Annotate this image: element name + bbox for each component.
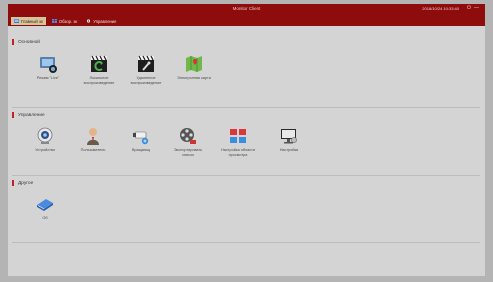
item-label: Устройство [35,148,55,152]
section-header: Другое [12,180,33,186]
item-label: Пользователь [80,148,106,152]
app-window: Monitor Client 2018/10/24 10:33:40 ⏻ — Г… [8,4,485,276]
gear-icon [87,19,91,23]
item-label: Настройка области просмотра [221,148,255,157]
device-icon [37,127,53,144]
ptz-camera-icon [133,131,149,145]
settings-button[interactable]: Настройки [271,126,307,153]
export-list-button[interactable]: Экспортировать список [170,126,206,157]
section-marker [12,112,14,118]
datetime-display: 2018/10/24 10:33:40 [422,6,459,11]
tab-label: Обзор. эк [58,18,78,24]
tab-management[interactable]: Управление [83,17,119,25]
minimize-icon[interactable]: — [474,5,479,11]
section-marker [12,180,14,186]
section-header: Управление [12,112,45,118]
about-book-icon [37,199,53,211]
view-layout-button[interactable]: Настройка области просмотра [220,126,256,157]
item-label: Электронная карта [177,76,211,80]
user-icon [87,128,99,145]
tab-label: Главный эк [21,18,43,24]
window-title: Monitor Client [232,6,261,11]
section-marker [12,39,14,45]
device-button[interactable]: Устройство [27,126,63,153]
live-mode-button[interactable]: Режим "Live" [30,54,66,81]
remote-playback-icon [138,55,154,72]
about-button[interactable]: Об [27,194,63,221]
emap-icon [186,56,202,72]
settings-monitor-icon [281,129,297,144]
section-divider [12,175,480,176]
item-label: Настройки [279,148,299,152]
ptz-button[interactable]: Вращающ [123,126,159,153]
tab-label: Управление [93,18,117,24]
home-icon [14,19,19,23]
export-list-icon [180,128,196,144]
section-divider [12,242,480,243]
item-label: Экспортировать список [173,148,203,157]
item-label: Об [42,216,48,220]
item-label: Удаленное воспроизведение [130,76,162,85]
remote-playback-button[interactable]: Удаленное воспроизведение [128,54,164,85]
local-playback-icon [91,55,107,72]
local-playback-button[interactable]: Локальное воспроизведение [81,54,117,85]
section-divider [12,107,480,108]
section-title: Другое [18,180,34,186]
item-label: Вращающ [132,148,150,152]
emap-button[interactable]: Электронная карта [176,54,212,81]
title-bar: Monitor Client 2018/10/24 10:33:40 ⏻ — Г… [8,4,485,26]
section-header: Основной [12,39,40,45]
tab-overview[interactable]: Обзор. эк [49,17,80,25]
tab-bar: Главный эк Обзор. эк Управление [11,17,120,26]
tab-main-screen[interactable]: Главный эк [11,17,46,25]
user-button[interactable]: Пользователь [75,126,111,153]
section-title: Управление [18,112,45,118]
section-title: Основной [18,39,40,45]
item-label: Локальное воспроизведение [83,76,115,85]
view-layout-icon [230,129,246,143]
item-label: Режим "Live" [36,76,60,80]
logout-icon[interactable]: ⏻ [467,5,471,11]
live-camera-icon [40,57,57,73]
monitor-view-icon [51,19,57,23]
